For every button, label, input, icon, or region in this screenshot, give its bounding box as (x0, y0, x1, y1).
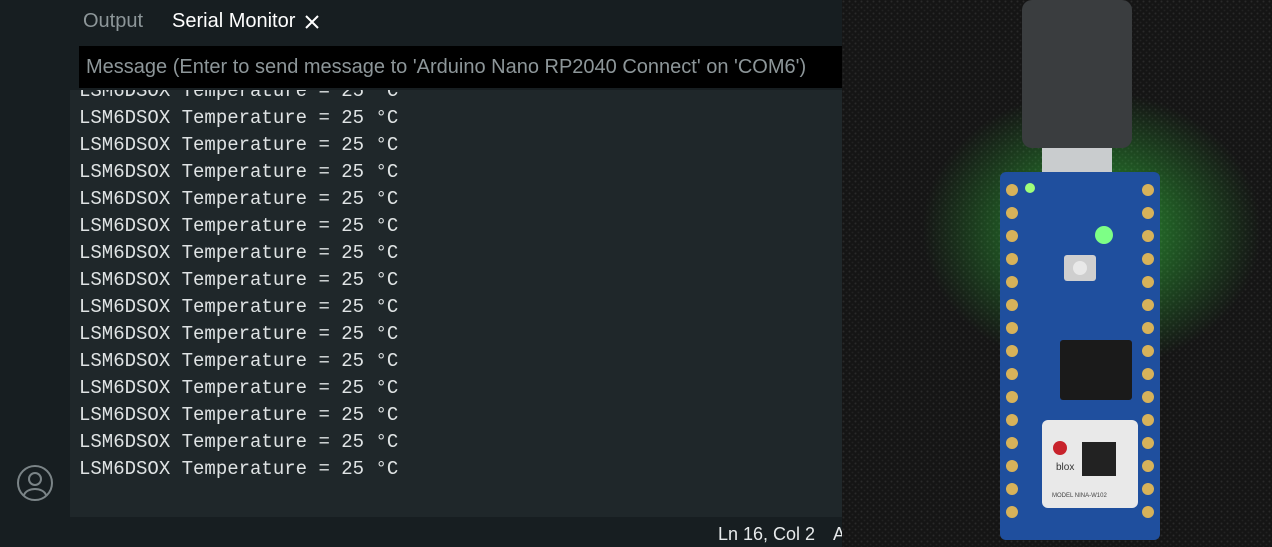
board-illustration: blox MODEL NINA-W102 (842, 0, 1272, 547)
console-line: LSM6DSOX Temperature = 25 °C (79, 269, 399, 291)
console-lines: LSM6DSOX Temperature = 25 °C LSM6DSOX Te… (79, 90, 398, 483)
console-line: LSM6DSOX Temperature = 25 °C (79, 323, 399, 345)
console-line: LSM6DSOX Temperature = 25 °C (79, 296, 399, 318)
console-line: LSM6DSOX Temperature = 25 °C (79, 107, 399, 129)
module-brand: blox (1056, 462, 1074, 473)
console-line: LSM6DSOX Temperature = 25 °C (79, 242, 399, 264)
console-line: LSM6DSOX Temperature = 25 °C (79, 350, 399, 372)
panel-tabs: Output Serial Monitor (70, 0, 842, 44)
message-input[interactable] (79, 46, 849, 88)
board-photo: blox MODEL NINA-W102 (842, 0, 1272, 547)
console-line: LSM6DSOX Temperature = 25 °C (79, 134, 399, 156)
left-rail (0, 0, 70, 547)
console-line: LSM6DSOX Temperature = 25 °C (79, 188, 399, 210)
serial-console[interactable]: LSM6DSOX Temperature = 25 °C LSM6DSOX Te… (70, 90, 842, 517)
console-line: LSM6DSOX Temperature = 25 °C (79, 458, 399, 480)
console-line: LSM6DSOX Temperature = 25 °C (79, 377, 399, 399)
account-icon[interactable] (16, 464, 54, 502)
console-line: LSM6DSOX Temperature = 25 °C (79, 431, 399, 453)
module-model: MODEL NINA-W102 (1052, 493, 1107, 499)
close-icon[interactable] (304, 14, 320, 30)
message-bar (79, 46, 849, 88)
tab-serial-monitor[interactable]: Serial Monitor (172, 10, 295, 33)
status-bar: Ln 16, Col 2 A (70, 517, 845, 547)
tab-output[interactable]: Output (83, 10, 143, 33)
console-line: LSM6DSOX Temperature = 25 °C (79, 215, 399, 237)
console-line: LSM6DSOX Temperature = 25 °C (79, 404, 399, 426)
cursor-position[interactable]: Ln 16, Col 2 (718, 524, 815, 545)
console-line: LSM6DSOX Temperature = 25 °C (79, 161, 399, 183)
console-line: LSM6DSOX Temperature = 25 °C (79, 90, 399, 102)
